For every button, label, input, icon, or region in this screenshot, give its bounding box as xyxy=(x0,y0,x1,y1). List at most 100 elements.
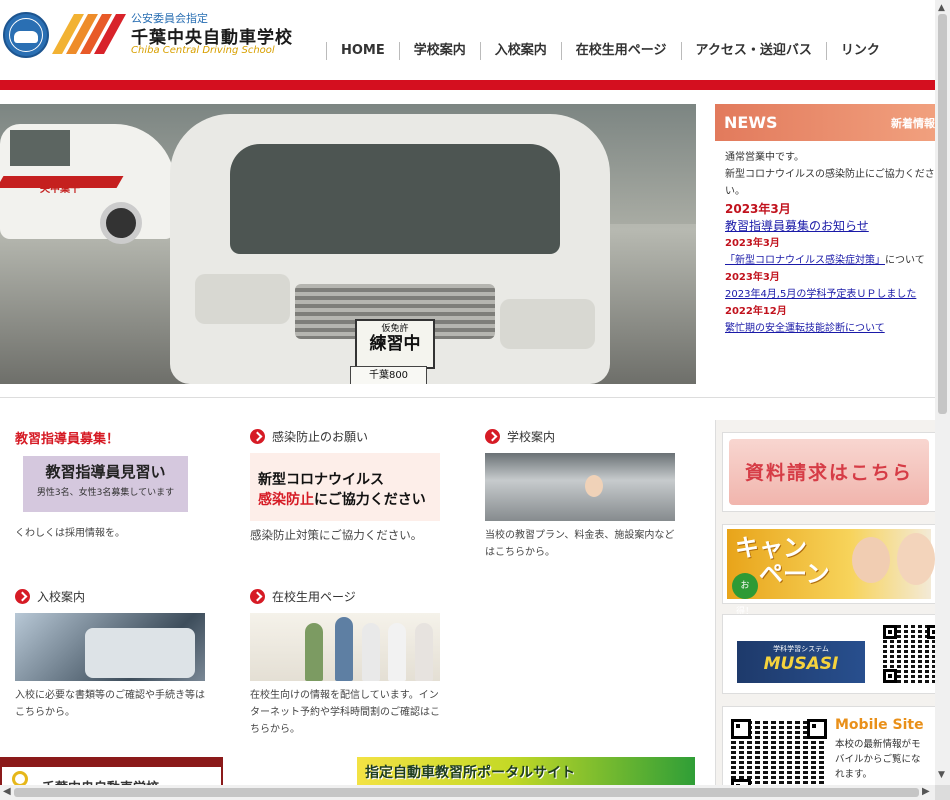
logo-english-title: Chiba Central Driving School xyxy=(131,45,275,56)
enroll-photo[interactable] xyxy=(15,613,205,681)
student-figure xyxy=(415,623,433,681)
student-figure xyxy=(362,623,380,681)
news-panel: NEWS 新着情報 通常営業中です。 新型コロナウイルスの感染防止にご協力くださ… xyxy=(715,104,935,384)
card-school-heading[interactable]: 学校案内 xyxy=(485,427,680,445)
musasi-logo[interactable]: 学科学習システム MUSASI xyxy=(737,641,865,683)
news-date: 2023年3月 xyxy=(725,272,780,283)
portal-site-banner[interactable]: 指定自動車教習所ポータルサイト xyxy=(357,757,695,785)
news-link-busy-season[interactable]: 繁忙期の安全運転技能診断について xyxy=(725,320,935,337)
mobile-site-banner[interactable]: Mobile Site 本校の最新情報がモバイルからご覧になれます。 xyxy=(722,706,935,785)
scroll-down-icon[interactable]: ▼ xyxy=(938,770,945,780)
association-banner-text: 千葉中央自動車学校 xyxy=(42,777,159,785)
card-students-heading[interactable]: 在校生用ページ xyxy=(250,587,445,605)
card-students: 在校生用ページ 在校生向けの情報を配信しています。インターネット予約や学科時間割… xyxy=(250,587,445,738)
musasi-small-text: 学科学習システム xyxy=(773,645,829,653)
page: 公安委員会指定 千葉中央自動車学校 Chiba Central Driving … xyxy=(0,0,935,785)
covid-banner[interactable]: 新型コロナウイルス 感染防止にご協力ください xyxy=(250,453,440,521)
hero-side-car: 央中葉千 xyxy=(0,124,175,244)
news-link-suffix: について xyxy=(885,255,925,266)
covid-banner-red: 感染防止 xyxy=(258,492,314,508)
news-subtitle: 新着情報 xyxy=(891,117,935,130)
main-nav: HOME 学校案内 入校案内 在校生用ページ アクセス・送迎バス リンク xyxy=(326,42,894,62)
card-recruit-desc: くわしくは採用情報を。 xyxy=(15,528,125,539)
plate-top-text: 仮免許 xyxy=(381,324,409,334)
section-divider xyxy=(0,397,935,398)
nav-students-page[interactable]: 在校生用ページ xyxy=(560,42,681,60)
header-red-bar xyxy=(0,80,935,90)
horizontal-scrollbar[interactable]: ◀ ▶ xyxy=(0,785,935,800)
card-covid-heading[interactable]: 感染防止のお願い xyxy=(250,427,450,445)
recruit-banner[interactable]: 教習指導員見習い 男性3名、女性3名募集しています xyxy=(23,456,188,512)
arrow-right-icon xyxy=(250,588,265,604)
card-school-desc: 当校の教習プラン、料金表、施設案内などはこちらから。 xyxy=(485,530,675,558)
scroll-left-icon[interactable]: ◀ xyxy=(3,786,11,797)
musasi-banner[interactable]: 学科学習システム MUSASI xyxy=(722,614,935,694)
sidebar-banners: 資料請求はこちら キャン ペーン お得！ 学科学習システム MUSASI Mob… xyxy=(715,420,935,785)
mobile-site-title: Mobile Site xyxy=(835,717,924,733)
arrow-right-icon xyxy=(15,588,30,604)
association-banner[interactable]: 千葉中央自動車学校 xyxy=(0,757,223,785)
qr-corner xyxy=(731,719,751,739)
portal-site-text: 指定自動車教習所ポータルサイト xyxy=(365,765,575,781)
school-emblem-icon[interactable] xyxy=(3,12,49,58)
student-figure xyxy=(335,617,353,681)
mobile-site-text: 本校の最新情報がモバイルからご覧になれます。 xyxy=(835,739,921,780)
instructor-figure xyxy=(585,475,603,497)
card-enroll: 入校案内 入校に必要な書類等のご確認や手続き等はこちらから。 xyxy=(15,587,210,721)
association-logo-icon xyxy=(12,771,28,785)
news-body: 通常営業中です。 新型コロナウイルスの感染防止にご協力ください。 2023年3月… xyxy=(725,149,935,337)
hero-windshield xyxy=(230,144,560,254)
nav-school-guide[interactable]: 学校案内 xyxy=(398,42,480,60)
news-link-recruit[interactable]: 教習指導員募集のお知らせ xyxy=(725,218,935,235)
card-school: 学校案内 当校の教習プラン、料金表、施設案内などはこちらから。 xyxy=(485,427,680,561)
card-covid: 感染防止のお願い 新型コロナウイルス 感染防止にご協力ください 感染防止対策にご… xyxy=(250,427,450,544)
school-photo[interactable] xyxy=(485,453,675,521)
students-photo[interactable] xyxy=(250,613,440,681)
hero-image: 央中葉千 仮免許 練習中 千葉800 xyxy=(0,104,696,384)
card-covid-desc: 感染防止対策にご協力ください。 xyxy=(250,528,423,542)
scroll-up-icon[interactable]: ▲ xyxy=(938,3,945,13)
side-car-window xyxy=(10,130,70,166)
request-materials-banner[interactable]: 資料請求はこちら xyxy=(722,432,935,512)
campaign-badge: お得！ xyxy=(732,573,758,617)
covid-banner-line1: 新型コロナウイルス xyxy=(258,472,384,488)
hero-headlight-right xyxy=(500,299,595,349)
nav-access-bus[interactable]: アクセス・送迎バス xyxy=(680,42,826,60)
covid-banner-rest: にご協力ください xyxy=(314,492,426,508)
card-enroll-heading[interactable]: 入校案内 xyxy=(15,587,210,605)
student-figure xyxy=(388,623,406,681)
emblem-car-icon xyxy=(14,31,38,43)
card-students-desc: 在校生向けの情報を配信しています。インターネット予約や学科時間割のご確認はこちら… xyxy=(250,690,440,735)
scroll-right-icon[interactable]: ▶ xyxy=(922,786,930,797)
qr-corner xyxy=(883,625,897,639)
nav-links[interactable]: リンク xyxy=(825,42,894,60)
side-car-label: 央中葉千 xyxy=(40,184,80,195)
musasi-qr-code-icon xyxy=(883,625,935,683)
arrow-right-icon xyxy=(485,428,500,444)
nav-home[interactable]: HOME xyxy=(326,42,399,60)
campaign-line1: キャン xyxy=(735,534,807,562)
card-recruit-title[interactable]: 教習指導員募集！ xyxy=(15,428,215,447)
news-link-covid[interactable]: 「新型コロナウイルス感染症対策」 xyxy=(725,255,885,266)
horizontal-scroll-thumb[interactable] xyxy=(14,788,919,797)
musasi-big-text: MUSASI xyxy=(763,654,839,674)
scrollbar-corner xyxy=(935,785,950,800)
mobile-qr-code-icon xyxy=(731,719,827,785)
request-banner-text: 資料請求はこちら xyxy=(729,439,929,505)
plate-main-text: 練習中 xyxy=(369,334,421,354)
campaign-person xyxy=(897,533,935,585)
news-link-schedule[interactable]: 2023年4月,5月の学科予定表ＵＰしました xyxy=(725,286,935,303)
vertical-scrollbar[interactable]: ▲ ▼ xyxy=(935,0,950,800)
news-title: NEWS xyxy=(724,113,778,132)
card-recruit: 教習指導員募集！ 教習指導員見習い 男性3名、女性3名募集しています くわしくは… xyxy=(15,428,215,542)
vertical-scroll-thumb[interactable] xyxy=(938,14,947,414)
qr-corner xyxy=(927,625,935,639)
qr-corner xyxy=(807,719,827,739)
news-date: 2023年3月 xyxy=(725,238,780,249)
logo-stripes-icon xyxy=(52,14,126,54)
campaign-banner[interactable]: キャン ペーン お得！ xyxy=(722,524,935,617)
recruit-banner-line1: 教習指導員見習い xyxy=(45,463,166,481)
news-header: NEWS 新着情報 xyxy=(715,104,935,141)
nav-enrollment[interactable]: 入校案内 xyxy=(479,42,561,60)
side-car-wheel xyxy=(100,202,142,244)
